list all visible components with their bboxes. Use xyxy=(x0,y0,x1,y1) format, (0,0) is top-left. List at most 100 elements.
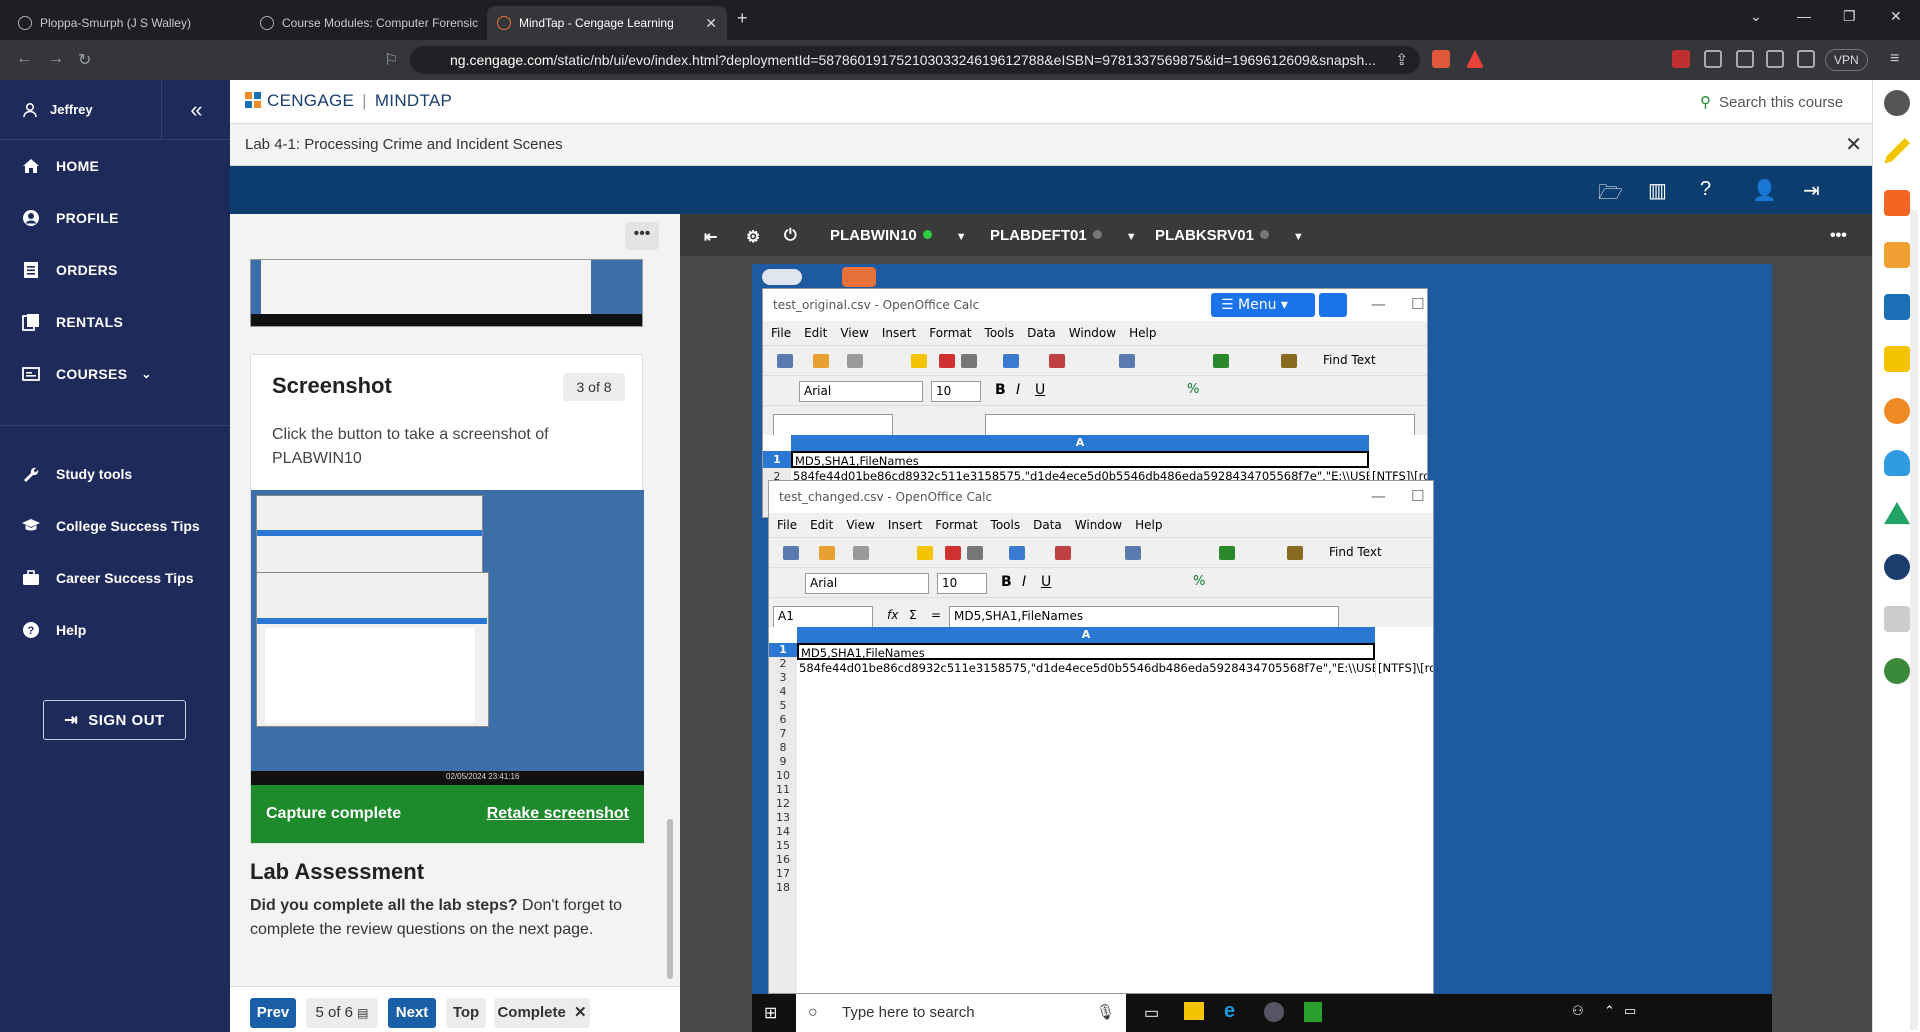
course-search[interactable]: ⚲ Search this course xyxy=(1700,93,1843,111)
browser-menu-icon[interactable]: ≡ xyxy=(1890,50,1899,68)
top-button[interactable]: Top xyxy=(446,998,486,1028)
cut-icon[interactable] xyxy=(1055,546,1071,560)
cengage-mindtap-logo[interactable]: CENGAGE | MINDTAP xyxy=(245,91,452,111)
help-icon[interactable] xyxy=(1884,90,1910,116)
open-icon[interactable] xyxy=(813,354,829,368)
menu-window[interactable]: Window xyxy=(1075,518,1122,532)
chart-icon[interactable]: ▥ xyxy=(1648,178,1674,202)
extension-icon[interactable] xyxy=(1672,50,1690,68)
vm-tab-plabdeft01[interactable]: PLABDEFT01 ▼ xyxy=(990,227,1137,244)
menu-edit[interactable]: Edit xyxy=(804,326,827,340)
url-field[interactable]: ng.cengage.com/static/nb/ui/evo/index.ht… xyxy=(410,46,1420,74)
file-explorer-icon[interactable] xyxy=(1184,1002,1204,1020)
book-icon[interactable] xyxy=(1884,294,1910,320)
sign-out-button[interactable]: ⇥ SIGN OUT xyxy=(43,700,186,740)
page-indicator[interactable]: 5 of 6 ▤ xyxy=(306,998,378,1028)
row-header[interactable]: 9 xyxy=(769,755,797,769)
hyperlink-icon[interactable] xyxy=(1219,546,1235,560)
bold-icon[interactable]: B xyxy=(1001,574,1012,590)
row-header[interactable]: 12 xyxy=(769,797,797,811)
browser-tab[interactable]: Ploppa-Smurph (J S Walley) xyxy=(8,6,248,40)
chart-icon[interactable] xyxy=(1287,546,1303,560)
close-window-icon[interactable]: ✕ xyxy=(1890,8,1902,25)
row-header[interactable]: 15 xyxy=(769,839,797,853)
save-icon[interactable] xyxy=(847,354,863,368)
menu-file[interactable]: File xyxy=(771,326,791,340)
brave-rewards-icon[interactable] xyxy=(1466,50,1484,68)
save-icon[interactable] xyxy=(853,546,869,560)
row-header[interactable]: 18 xyxy=(769,881,797,895)
tab-search-icon[interactable]: ⌄ xyxy=(1750,8,1762,25)
user-menu[interactable]: Jeffrey xyxy=(0,80,162,140)
new-doc-icon[interactable] xyxy=(777,354,793,368)
bold-icon[interactable]: B xyxy=(995,382,1006,398)
name-box[interactable]: A1 xyxy=(773,606,873,628)
spreadsheet-grid[interactable]: A 1 2 3 4 5 6 7 8 9 10 11 12 13 14 15 16 17 18 MD5,SHA1,F… xyxy=(769,627,1433,993)
menu-tools[interactable]: Tools xyxy=(991,518,1021,532)
row-header[interactable]: 14 xyxy=(769,825,797,839)
row-header[interactable]: 8 xyxy=(769,741,797,755)
italic-icon[interactable]: I xyxy=(1022,574,1026,590)
user-icon[interactable]: 👤 xyxy=(1752,178,1778,202)
menu-format[interactable]: Format xyxy=(935,518,977,532)
taskbar-search[interactable]: ○ Type here to search 🎙 xyxy=(796,994,1126,1032)
row-header[interactable]: 1 xyxy=(769,643,797,657)
microphone-icon[interactable]: 🎙 xyxy=(1096,994,1115,1032)
italic-icon[interactable]: I xyxy=(1016,382,1020,398)
minimize-icon[interactable]: — xyxy=(1797,8,1811,24)
underline-icon[interactable]: U xyxy=(1035,382,1045,398)
more-options-button[interactable]: ••• xyxy=(625,222,659,250)
equals-icon[interactable]: = xyxy=(931,608,941,622)
formula-input[interactable]: MD5,SHA1,FileNames xyxy=(949,606,1339,628)
vm-tab-plabksrv01[interactable]: PLABKSRV01 ▼ xyxy=(1155,227,1304,244)
profile-app-icon[interactable] xyxy=(1884,658,1910,684)
network-icon[interactable]: ▭ xyxy=(1624,1003,1636,1019)
dropdown-icon[interactable]: ▼ xyxy=(1293,231,1304,243)
pdf-icon[interactable] xyxy=(945,546,961,560)
font-size-select[interactable]: 10 xyxy=(937,573,987,594)
font-name-select[interactable]: Arial xyxy=(799,381,923,402)
scrollbar-thumb[interactable] xyxy=(667,819,673,979)
sidebar-item-courses[interactable]: COURSES ⌄ xyxy=(22,365,152,383)
menu-insert[interactable]: Insert xyxy=(888,518,922,532)
panel-scrollbar[interactable] xyxy=(665,259,675,979)
settings-icon[interactable]: ⚙ xyxy=(746,227,760,247)
cell-a1[interactable]: MD5,SHA1,FileNames xyxy=(797,643,1375,660)
minimize-icon[interactable]: — xyxy=(1371,295,1386,313)
hyperlink-icon[interactable] xyxy=(1213,354,1229,368)
format-paint-icon[interactable] xyxy=(1125,546,1141,560)
cell-a1[interactable]: MD5,SHA1,FileNames xyxy=(791,451,1369,468)
menu-insert[interactable]: Insert xyxy=(882,326,916,340)
row-header[interactable]: 17 xyxy=(769,867,797,881)
internet-explorer-icon[interactable]: e xyxy=(1224,1000,1235,1023)
prev-button[interactable]: Prev xyxy=(250,998,296,1028)
menu-file[interactable]: File xyxy=(777,518,797,532)
maximize-icon[interactable]: ❐ xyxy=(1843,8,1856,25)
row-header[interactable]: 5 xyxy=(769,699,797,713)
maximize-icon[interactable]: ☐ xyxy=(1411,487,1424,505)
exit-icon[interactable]: ⇥ xyxy=(1803,178,1829,202)
vm-tab-plabwin10[interactable]: PLABWIN10 ▼ xyxy=(830,227,967,244)
show-hidden-icon[interactable]: ⌃ xyxy=(1604,1003,1615,1019)
edit-mode-icon[interactable] xyxy=(917,546,933,560)
font-size-select[interactable]: 10 xyxy=(931,381,981,402)
maximize-icon[interactable]: ☐ xyxy=(1411,295,1424,313)
cell-a2[interactable]: 584fe44d01be86cd8932c511e3158575,"d1de4e… xyxy=(797,660,1375,677)
extensions-puzzle-icon[interactable] xyxy=(1704,50,1722,68)
collapse-panel-icon[interactable]: ⇤ xyxy=(704,227,717,247)
row-header[interactable]: 6 xyxy=(769,713,797,727)
new-doc-icon[interactable] xyxy=(783,546,799,560)
sidebar-item-career-success[interactable]: Career Success Tips xyxy=(22,569,194,587)
edit-mode-icon[interactable] xyxy=(911,354,927,368)
column-header-a[interactable]: A xyxy=(791,435,1369,451)
font-name-select[interactable]: Arial xyxy=(805,573,929,594)
column-header-a[interactable]: A xyxy=(797,627,1375,643)
find-text-field[interactable]: Find Text xyxy=(1329,545,1382,559)
vpn-button[interactable]: VPN xyxy=(1825,49,1868,71)
row-header[interactable]: 13 xyxy=(769,811,797,825)
sidebar-item-help[interactable]: ? Help xyxy=(22,621,86,639)
spellcheck-icon[interactable] xyxy=(1003,354,1019,368)
menu-help[interactable]: Help xyxy=(1135,518,1162,532)
menu-button[interactable]: ☰ Menu ▾ xyxy=(1211,293,1315,317)
pencil-icon[interactable] xyxy=(1884,138,1910,164)
